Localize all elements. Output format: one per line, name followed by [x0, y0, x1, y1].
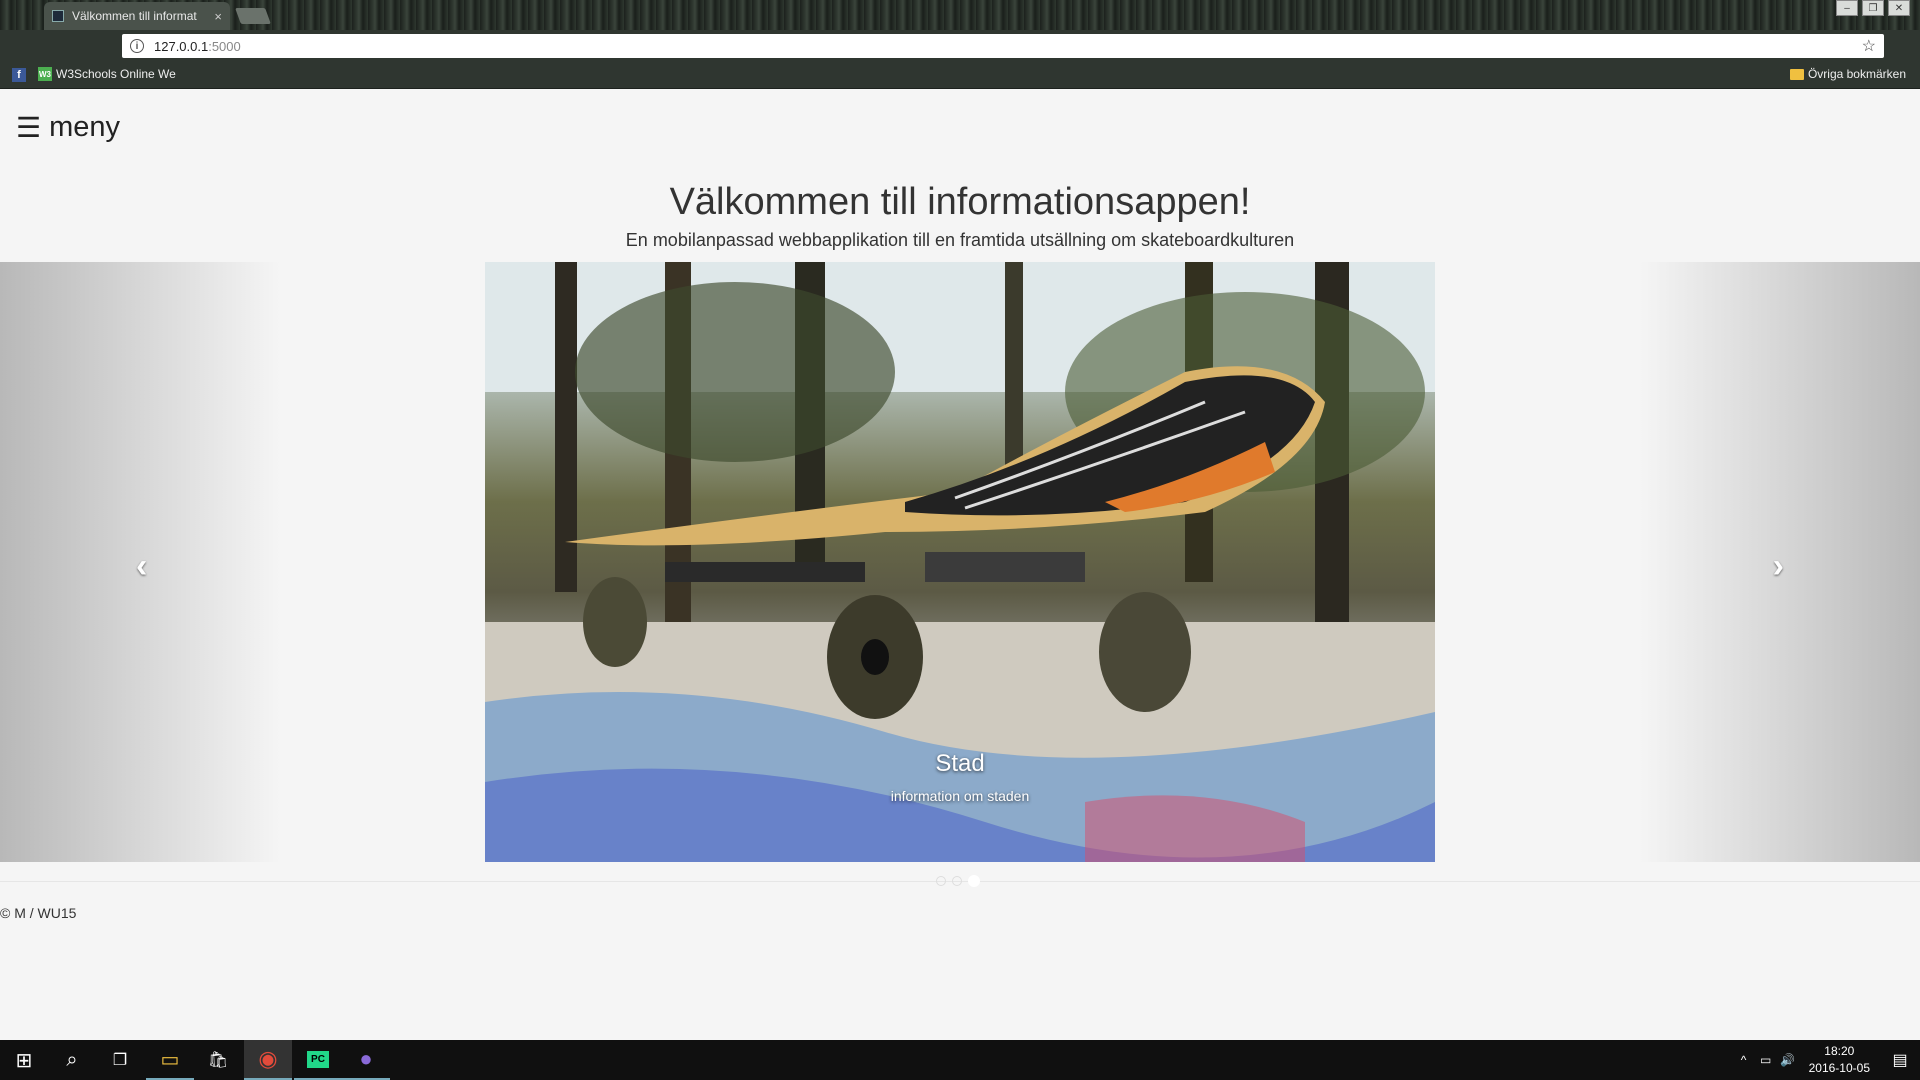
chrome-icon: ◉: [258, 1046, 278, 1071]
carousel-indicator[interactable]: [952, 876, 962, 886]
tab-title: Välkommen till informat: [72, 9, 197, 23]
search-button[interactable]: ⌕: [48, 1040, 96, 1080]
chevron-left-icon: ‹: [136, 547, 148, 585]
task-view-button[interactable]: ❐: [96, 1040, 144, 1080]
clock-time: 18:20: [1824, 1044, 1855, 1058]
clock-date: 2016-10-05: [1808, 1061, 1870, 1075]
bookmark-star-icon[interactable]: ☆: [1862, 36, 1876, 56]
restore-button[interactable]: ❐: [1862, 0, 1884, 16]
carousel-indicator-active[interactable]: [968, 875, 980, 887]
store-button[interactable]: 🛍: [194, 1040, 242, 1080]
system-tray: ^ ▭ 🔊 18:20 2016-10-05 ▤: [1733, 1040, 1920, 1080]
pycharm-icon: PC: [307, 1050, 329, 1068]
pycharm-button[interactable]: PC: [294, 1040, 342, 1080]
carousel-indicator[interactable]: [936, 876, 946, 886]
slide-caption: Stad information om staden: [485, 750, 1435, 804]
chrome-button[interactable]: ◉: [244, 1040, 292, 1080]
notification-icon[interactable]: ▤: [1880, 1050, 1920, 1070]
clock[interactable]: 18:20 2016-10-05: [1799, 1043, 1880, 1077]
facebook-icon[interactable]: f: [12, 68, 26, 82]
carousel-next-button[interactable]: ›: [1640, 262, 1920, 862]
tray-expand-icon[interactable]: ^: [1733, 1053, 1755, 1067]
page-subtitle: En mobilanpassad webbapplikation till en…: [625, 230, 1295, 250]
search-icon: ⌕: [66, 1048, 78, 1071]
menu-label: meny: [49, 111, 121, 143]
carousel-prev-button[interactable]: ‹: [0, 262, 280, 862]
chevron-right-icon: ›: [1772, 547, 1784, 585]
windows-taskbar: ⊞ ⌕ ❐ ▭ 🛍 ◉ PC ● ^ ▭ 🔊 18:20 2016-10-05 …: [0, 1040, 1920, 1080]
other-bookmarks[interactable]: Övriga bokmärken: [1789, 67, 1906, 81]
file-explorer-button[interactable]: ▭: [146, 1040, 194, 1080]
windows-start-icon: ⊞: [15, 1049, 33, 1072]
start-button[interactable]: ⊞: [0, 1040, 48, 1080]
menu-button[interactable]: ☰ meny: [16, 111, 120, 144]
minimize-button[interactable]: –: [1836, 0, 1858, 16]
bookmarks-bar: f W3 W3Schools Online We Övriga bokmärke…: [0, 62, 1920, 89]
hamburger-icon: ☰: [16, 111, 42, 143]
app-icon: ●: [359, 1046, 373, 1071]
volume-icon[interactable]: 🔊: [1777, 1053, 1799, 1067]
task-view-icon: ❐: [112, 1052, 128, 1069]
app-button[interactable]: ●: [342, 1040, 390, 1080]
window-controls: – ❐ ✕: [1836, 0, 1910, 16]
carousel-indicators: [936, 875, 980, 887]
address-bar[interactable]: i 127.0.0.1 :5000 ☆: [122, 34, 1884, 58]
other-bookmarks-label: Övriga bokmärken: [1807, 67, 1906, 81]
browser-toolbar: i 127.0.0.1 :5000 ☆: [0, 30, 1920, 62]
folder-icon: [1789, 68, 1804, 80]
caption-text: information om staden: [890, 788, 1030, 804]
close-window-button[interactable]: ✕: [1888, 0, 1910, 16]
tab-close-icon[interactable]: ×: [214, 9, 222, 24]
footer-copyright: © M / WU15: [0, 905, 77, 921]
page-title: Välkommen till informationsappen!: [669, 181, 1251, 223]
w3schools-icon: W3: [38, 67, 52, 81]
tab-favicon-icon: [52, 10, 64, 22]
url-host: 127.0.0.1: [154, 38, 209, 54]
store-icon: 🛍: [207, 1052, 229, 1069]
new-tab-button[interactable]: [235, 8, 271, 24]
browser-titlebar: Välkommen till informat × – ❐ ✕: [0, 0, 1920, 30]
carousel-slide-image: Stad information om staden: [485, 262, 1435, 862]
browser-tab[interactable]: Välkommen till informat ×: [44, 2, 230, 30]
bookmark-w3schools[interactable]: W3 W3Schools Online We: [38, 67, 176, 81]
image-carousel: ‹ Stad information om staden ›: [0, 262, 1920, 862]
network-icon[interactable]: ▭: [1755, 1053, 1777, 1067]
caption-title: Stad: [935, 750, 985, 777]
file-explorer-icon: ▭: [160, 1048, 180, 1071]
bookmark-label: W3Schools Online We: [56, 67, 176, 81]
info-icon[interactable]: i: [130, 39, 144, 53]
url-port: :5000: [208, 38, 241, 54]
page-content: ☰ meny Välkommen till informationsappen!…: [0, 89, 1920, 1040]
